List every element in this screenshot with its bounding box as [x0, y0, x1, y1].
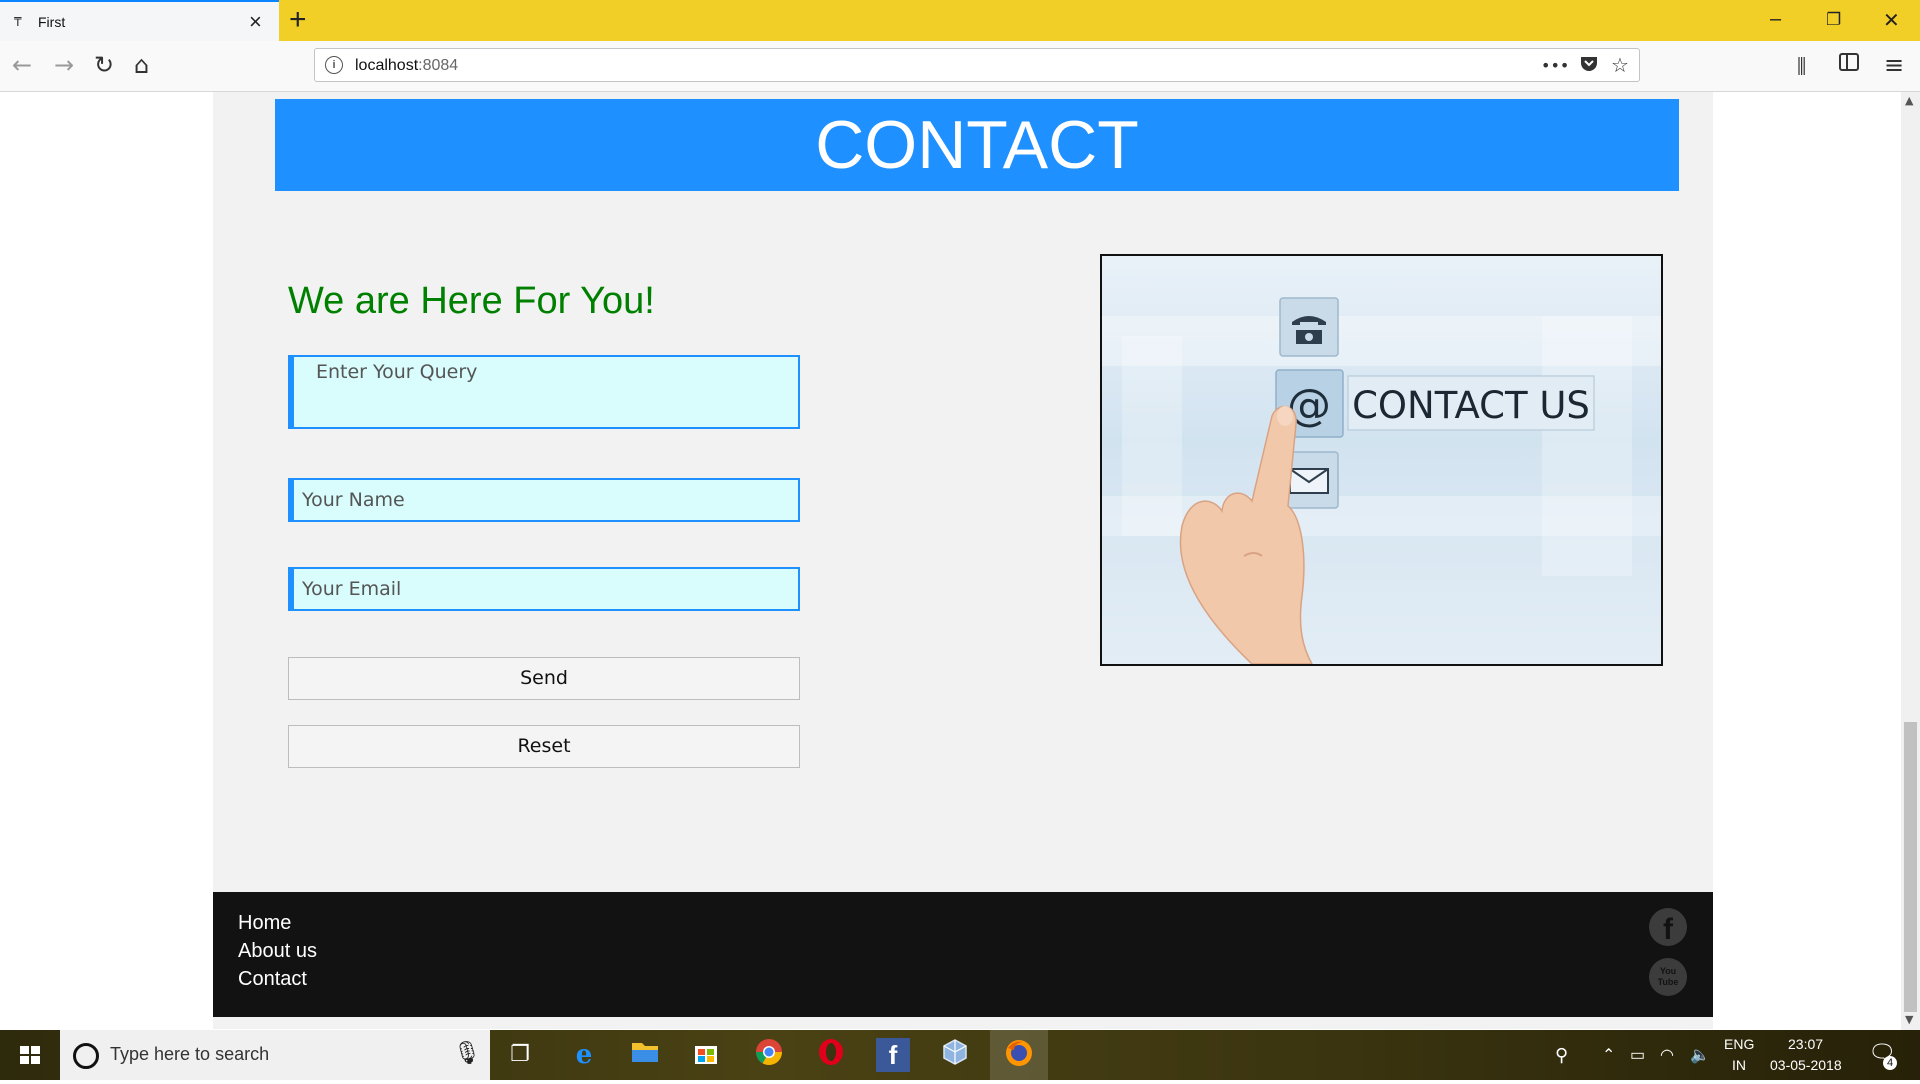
scrollbar-thumb[interactable] [1904, 722, 1917, 1012]
library-icon[interactable]: ⫼ [1797, 54, 1806, 78]
new-tab-button[interactable]: + [289, 3, 307, 37]
wifi-icon[interactable]: ◠ [1660, 1045, 1674, 1065]
tab-strip: ₸ First × + – ❐ ✕ [0, 0, 1920, 41]
browser-tab[interactable]: ₸ First × [0, 0, 279, 41]
tab-title: First [38, 14, 66, 30]
reset-button[interactable]: Reset [288, 725, 800, 768]
notification-badge: 4 [1883, 1056, 1897, 1070]
url-port: :8084 [418, 57, 459, 74]
footer-link-about[interactable]: About us [238, 940, 317, 963]
facebook-app-icon[interactable]: f [876, 1038, 910, 1072]
people-icon[interactable]: ⚲ [1555, 1045, 1568, 1066]
minimize-button[interactable]: – [1770, 8, 1781, 31]
bookmark-star-icon[interactable]: ☆ [1611, 53, 1629, 77]
start-button[interactable] [0, 1030, 60, 1080]
microphone-icon[interactable]: 🎙 [453, 1041, 481, 1066]
menu-hamburger-icon[interactable]: ≡ [1884, 51, 1904, 79]
youtube-icon[interactable]: You Tube [1649, 958, 1687, 996]
scroll-down-icon[interactable]: ▼ [1905, 1013, 1913, 1026]
back-icon[interactable]: ← [12, 51, 32, 79]
task-view-icon[interactable]: ❐ [503, 1038, 537, 1072]
contact-us-image: @ CONTACT US [1100, 254, 1663, 666]
page-actions-icon[interactable]: ••• [1541, 56, 1569, 75]
store-icon[interactable] [689, 1038, 723, 1072]
edge-icon[interactable]: e [567, 1038, 601, 1072]
page-banner: CONTACT [275, 99, 1679, 191]
scroll-up-icon[interactable]: ▲ [1905, 94, 1913, 107]
clock-date[interactable]: 03-05-2018 [1770, 1057, 1842, 1073]
url-host: localhost [355, 57, 419, 74]
name-input[interactable] [288, 478, 800, 522]
chrome-icon[interactable] [752, 1038, 786, 1072]
region-indicator[interactable]: IN [1732, 1057, 1746, 1073]
tab-close-icon[interactable]: × [249, 9, 262, 35]
restore-button[interactable]: ❐ [1826, 10, 1841, 30]
address-bar[interactable]: i localhost:8084 ••• ☆ [314, 48, 1640, 82]
close-window-button[interactable]: ✕ [1883, 8, 1900, 33]
firefox-taskbar-item[interactable] [990, 1030, 1048, 1080]
opera-icon[interactable] [814, 1038, 848, 1072]
windows-logo-icon [20, 1046, 40, 1064]
contact-us-text: CONTACT US [1352, 384, 1590, 427]
contact-illustration: @ CONTACT US [1102, 297, 1661, 664]
forward-icon[interactable]: → [54, 51, 74, 79]
show-hidden-icons-icon[interactable]: ⌃ [1602, 1045, 1615, 1065]
footer-link-home[interactable]: Home [238, 912, 291, 935]
search-placeholder: Type here to search [110, 1044, 270, 1064]
send-button[interactable]: Send [288, 657, 800, 700]
contact-heading: We are Here For You! [288, 280, 655, 322]
site-info-icon[interactable]: i [325, 56, 343, 74]
clock-time[interactable]: 23:07 [1788, 1036, 1823, 1052]
navigation-toolbar: ← → ↻ ⌂ i localhost:8084 ••• ☆ ⫼ ≡ [0, 41, 1920, 92]
file-explorer-icon[interactable] [628, 1038, 662, 1072]
sidebar-icon[interactable] [1838, 51, 1860, 79]
cortana-icon [73, 1043, 99, 1069]
email-input[interactable] [288, 567, 800, 611]
page-viewport: CONTACT We are Here For You! Send Reset … [0, 92, 1901, 1030]
footer-link-contact[interactable]: Contact [238, 968, 307, 991]
taskbar-search-box[interactable]: Type here to search 🎙 [60, 1030, 490, 1080]
pocket-icon[interactable] [1579, 53, 1599, 78]
battery-icon[interactable]: ▭ [1630, 1045, 1645, 1065]
tab-favicon-icon: ₸ [14, 15, 22, 29]
reload-icon[interactable]: ↻ [94, 51, 114, 79]
volume-icon[interactable]: 🔈 [1690, 1045, 1710, 1065]
url-text[interactable]: localhost:8084 [355, 57, 458, 75]
firefox-icon [1002, 1038, 1036, 1072]
home-icon[interactable]: ⌂ [134, 51, 149, 79]
windows-taskbar: Type here to search 🎙 ❐ e f ⚲ ⌃ ▭ ◠ 🔈 EN… [0, 1030, 1920, 1080]
query-textarea[interactable] [288, 355, 800, 429]
page-footer: Home About us Contact f You Tube [213, 892, 1713, 1017]
vertical-scrollbar[interactable]: ▲ ▼ [1901, 92, 1920, 1030]
language-indicator[interactable]: ENG [1724, 1036, 1754, 1052]
virtualbox-icon[interactable] [938, 1038, 972, 1072]
facebook-icon[interactable]: f [1649, 908, 1687, 946]
page-container: CONTACT We are Here For You! Send Reset … [213, 92, 1713, 1029]
